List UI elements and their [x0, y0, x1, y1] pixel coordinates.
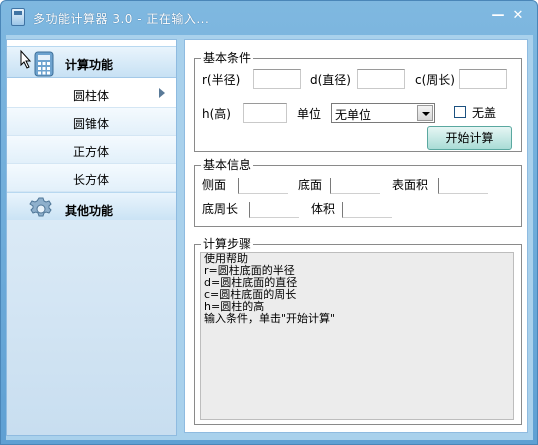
sidebar-item-label: 正方体	[73, 145, 110, 159]
surface-area-label: 表面积	[392, 178, 429, 192]
calculator-app-icon	[11, 8, 25, 26]
diameter-label: d(直径)	[310, 73, 351, 87]
surface-area-value	[438, 178, 488, 194]
info-group: 基本信息 侧面 底面 表面积 底周长 体积	[194, 158, 522, 227]
circumference-label: c(周长)	[415, 73, 455, 87]
base-perimeter-label: 底周长	[202, 202, 239, 216]
sidebar-item-label: 圆锥体	[73, 117, 110, 131]
main-panel: 基本条件 r(半径) d(直径) c(周长) h(高) 单位 无单位 无盖 开始…	[184, 39, 528, 433]
unit-select-value: 无单位	[335, 108, 372, 122]
sidebar-item-cone[interactable]: 圆锥体	[7, 108, 176, 136]
steps-textarea[interactable]: 使用帮助 r=圆柱底面的半径 d=圆柱底面的直径 c=圆柱底面的周长 h=圆柱的…	[200, 252, 514, 420]
circumference-input[interactable]	[459, 69, 507, 89]
unit-select[interactable]: 无单位	[331, 103, 435, 123]
info-title: 基本信息	[201, 158, 254, 172]
radius-label: r(半径)	[202, 73, 241, 87]
height-input[interactable]	[243, 103, 287, 123]
radius-input[interactable]	[253, 69, 301, 89]
section-calc-functions[interactable]: 计算功能	[7, 46, 176, 78]
start-calculation-button[interactable]: 开始计算	[427, 126, 512, 150]
steps-group: 计算步骤 使用帮助 r=圆柱底面的半径 d=圆柱底面的直径 c=圆柱底面的周长 …	[194, 237, 522, 425]
calculator-icon	[20, 49, 54, 77]
sidebar-item-cube[interactable]: 正方体	[7, 136, 176, 164]
sidebar-item-cylinder[interactable]: 圆柱体	[7, 80, 176, 108]
base-area-label: 底面	[298, 178, 323, 192]
volume-value	[342, 202, 392, 218]
diameter-input[interactable]	[357, 69, 405, 89]
sidebar: 计算功能 圆柱体 圆锥体 正方体 长方体 其他功能	[6, 39, 177, 436]
chevron-right-icon	[159, 88, 165, 98]
minimize-button[interactable]: —	[490, 9, 506, 23]
volume-label: 体积	[311, 202, 336, 216]
section-label: 计算功能	[65, 58, 114, 72]
chevron-down-icon[interactable]	[417, 105, 433, 121]
steps-title: 计算步骤	[201, 237, 254, 251]
client-area: 计算功能 圆柱体 圆锥体 正方体 长方体 其他功能 基本条件 r(半径) d(直…	[6, 35, 533, 440]
height-label: h(高)	[202, 107, 231, 121]
close-button[interactable]: ✕	[510, 9, 526, 23]
section-label: 其他功能	[65, 204, 114, 218]
app-window: 多功能计算器 3.0 - 正在输入... — ✕ 计算功能 圆柱体 圆锥体 正方…	[0, 0, 538, 445]
sidebar-item-label: 长方体	[73, 173, 110, 187]
side-area-label: 侧面	[202, 178, 227, 192]
sidebar-item-label: 圆柱体	[73, 89, 110, 103]
unit-label: 单位	[297, 107, 322, 121]
window-title: 多功能计算器 3.0 - 正在输入...	[33, 12, 210, 26]
conditions-group: 基本条件 r(半径) d(直径) c(周长) h(高) 单位 无单位 无盖 开始…	[194, 51, 522, 152]
sidebar-item-cuboid[interactable]: 长方体	[7, 164, 176, 192]
title-bar[interactable]: 多功能计算器 3.0 - 正在输入... — ✕	[1, 1, 537, 33]
no-lid-label: 无盖	[472, 106, 497, 120]
base-perimeter-value	[249, 202, 299, 218]
side-area-value	[238, 178, 288, 194]
steps-line: 输入条件，单击"开始计算"	[204, 312, 336, 325]
gear-icon	[29, 197, 52, 217]
sidebar-background	[7, 220, 176, 435]
conditions-title: 基本条件	[201, 51, 254, 65]
no-lid-checkbox[interactable]	[454, 106, 466, 118]
base-area-value	[330, 178, 380, 194]
